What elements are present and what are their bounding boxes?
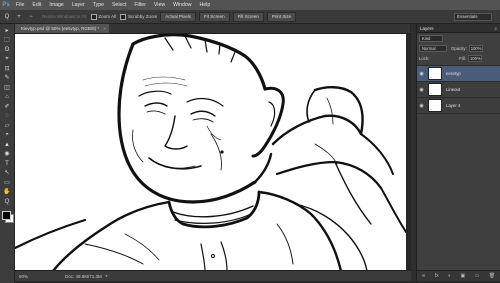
hand-tool-icon[interactable]: ✋ [2,188,12,197]
document-tab[interactable]: Kievtyp.psd @ 50% (eesvtyp, RGB/8) * × [15,24,109,33]
color-swatches[interactable] [1,210,14,223]
line-art-drawing [15,34,406,271]
delete-layer-icon[interactable]: 🗑 [489,273,495,279]
tools-panel: ▸ ⬚ ʘ ⌖ ⊡ ✎ ◫ ⌂ ✐ ◌ ▱ ◓ ▲ ◉ T ↖ ▭ ✋ Q [0,24,15,283]
link-layers-icon[interactable]: ∞ [422,273,426,279]
brush-tool-icon[interactable]: ⌂ [2,93,12,102]
visibility-eye-icon[interactable]: ◉ [417,103,426,109]
zoom-in-icon[interactable]: + [14,12,24,22]
scrubby-zoom-checkbox[interactable]: Scrubby Zoom [120,13,158,20]
visibility-eye-icon[interactable]: ◉ [417,71,426,77]
document-tab-label: Kievtyp.psd @ 50% (eesvtyp, RGB/8) * [21,26,100,31]
eraser-tool-icon[interactable]: ▱ [2,121,12,130]
zoom-all-label: Zoom All [98,14,117,19]
document-canvas[interactable] [15,34,406,271]
layer-name: Layer 4 [446,103,461,108]
blur-tool-icon[interactable]: ▲ [2,140,12,149]
layer-row[interactable]: ◉ Layer 4 [417,98,500,114]
zoom-level[interactable]: 50% [15,274,39,279]
workspace-select[interactable]: Essentials [454,12,492,21]
healing-tool-icon[interactable]: ◫ [2,83,12,92]
menu-layer[interactable]: Layer [68,2,89,8]
lock-label: Lock: [419,55,430,61]
menu-bar: Ps File Edit Image Layer Type Select Fil… [0,0,500,10]
menu-filter[interactable]: Filter [130,2,150,8]
resize-windows-option[interactable]: Resize Windows to Fit [42,14,87,19]
path-select-tool-icon[interactable]: ↖ [2,169,12,178]
fill-label: Fill: [459,55,466,61]
foreground-color-swatch[interactable] [2,210,11,220]
menu-file[interactable]: File [12,2,28,8]
clone-stamp-tool-icon[interactable]: ✐ [2,102,12,111]
layer-list: ◉ eesvtyp ◉ Lineout ◉ Layer 4 [417,65,500,114]
menu-help[interactable]: Help [196,2,215,8]
options-bar: Q + − Resize Windows to Fit Zoom All Scr… [0,10,500,24]
quick-select-tool-icon[interactable]: ⌖ [2,55,12,64]
photoshop-logo: Ps [2,2,10,8]
menu-view[interactable]: View [150,2,169,8]
layers-panel-header: Layers ≡ [417,24,500,33]
menu-type[interactable]: Type [89,2,108,8]
shape-tool-icon[interactable]: ▭ [2,178,12,187]
visibility-eye-icon[interactable]: ◉ [417,87,426,93]
lock-fill-row: Lock: Fill: 100% [417,53,500,63]
zoom-tool-icon[interactable]: Q [2,197,12,206]
history-brush-tool-icon[interactable]: ◌ [2,112,12,121]
layer-thumbnail [428,99,442,112]
layer-filter-row: Kind [417,33,500,43]
lasso-tool-icon[interactable]: ʘ [2,45,12,54]
opacity-input[interactable]: 100% [468,44,483,52]
layer-thumbnail [428,67,442,80]
layers-panel-title[interactable]: Layers [420,26,434,31]
document-tab-bar: Kievtyp.psd @ 50% (eesvtyp, RGB/8) * × [15,24,410,34]
fit-screen-button[interactable]: Fit Screen [199,11,230,22]
checkbox-box [120,13,127,20]
checkbox-box [90,13,97,20]
layers-panel: Layers ≡ Kind Normal Opacity: 100% Lock:… [417,24,500,281]
scrubby-zoom-label: Scrubby Zoom [128,14,158,19]
crop-tool-icon[interactable]: ⊡ [2,64,12,73]
panel-menu-icon[interactable]: ≡ [494,26,497,31]
type-tool-icon[interactable]: T [2,159,12,168]
menu-window[interactable]: Window [169,2,195,8]
layers-panel-footer: ∞ fx ◐ ▣ ▭ 🗑 [417,270,500,281]
close-icon[interactable]: × [103,26,106,31]
print-size-button[interactable]: Print Size [266,11,297,22]
adjustment-layer-icon[interactable]: ◐ [448,273,451,279]
zoom-out-icon[interactable]: − [26,12,36,22]
actual-pixels-button[interactable]: Actual Pixels [160,11,197,22]
zoom-tool-icon[interactable]: Q [2,12,12,22]
layer-mask-icon[interactable]: ▣ [461,273,466,279]
document-size: Doc: 49.8M/71.3M [65,273,102,279]
status-menu-icon[interactable]: ▸ [106,273,108,279]
layer-name: eesvtyp [446,71,461,76]
menu-select[interactable]: Select [108,2,130,8]
layer-row[interactable]: ◉ eesvtyp [417,66,500,82]
blend-mode-select[interactable]: Normal [419,44,447,52]
menu-image[interactable]: Image [45,2,67,8]
menu-edit[interactable]: Edit [28,2,45,8]
fill-screen-button[interactable]: Fill Screen [232,11,264,22]
new-layer-icon[interactable]: ▭ [475,273,480,279]
layer-style-icon[interactable]: fx [435,273,439,279]
marquee-tool-icon[interactable]: ⬚ [2,36,12,45]
zoom-all-checkbox[interactable]: Zoom All [90,13,117,20]
layer-row[interactable]: ◉ Lineout [417,82,500,98]
move-tool-icon[interactable]: ▸ [2,26,12,35]
eyedropper-tool-icon[interactable]: ✎ [2,74,12,83]
dodge-tool-icon[interactable]: ◉ [2,150,12,159]
fill-input[interactable]: 100% [467,54,482,62]
layer-name: Lineout [446,87,461,92]
status-bar: 50% Doc: 49.8M/71.3M ▸ [15,271,411,281]
gradient-tool-icon[interactable]: ◓ [2,131,12,140]
layer-thumbnail [428,83,442,96]
opacity-label: Opacity: [451,45,467,51]
kind-filter-select[interactable]: Kind [419,34,443,42]
blend-opacity-row: Normal Opacity: 100% [417,43,500,53]
